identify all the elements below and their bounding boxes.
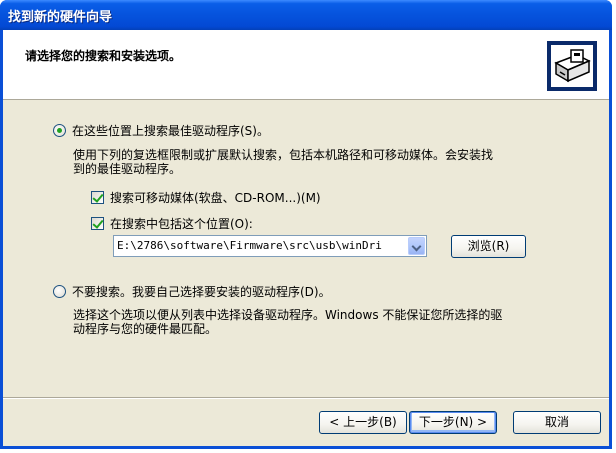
cancel-button[interactable]: 取消 — [513, 411, 601, 434]
nosearch-description-line1: 选择这个选项以便从列表中选择设备驱动程序。Windows 不能保证您所选择的驱 — [73, 308, 503, 322]
dialog-client-area: 请选择您的搜索和安装选项。 在这些位置上搜索最佳驱动程序(S)。 使用下列的复选… — [3, 30, 609, 446]
radio-search-best-driver[interactable]: 在这些位置上搜索最佳驱动程序(S)。 — [53, 122, 269, 139]
footer-divider — [3, 397, 609, 399]
search-description: 使用下列的复选框限制或扩展默认搜索，包括本机路径和可移动媒体。会安装找 到的最佳… — [73, 148, 493, 176]
radio-nosearch-label: 不要搜索。我要自己选择要安装的驱动程序(D)。 — [72, 285, 331, 299]
checkbox-include-location[interactable]: 在搜索中包括这个位置(O): — [91, 215, 253, 232]
radio-search-label: 在这些位置上搜索最佳驱动程序(S)。 — [72, 124, 269, 138]
path-combobox[interactable]: E:\2786\software\Firmware\src\usb\winDri — [113, 235, 427, 257]
checkbox-removable-media[interactable]: 搜索可移动媒体(软盘、CD-ROM...)(M) — [91, 189, 321, 206]
header-panel: 请选择您的搜索和安装选项。 — [3, 30, 609, 100]
hardware-install-icon — [547, 41, 597, 91]
checkbox-location-box[interactable] — [91, 217, 104, 230]
chevron-down-icon[interactable] — [408, 237, 425, 255]
header-title: 请选择您的搜索和安装选项。 — [25, 49, 182, 63]
checkbox-removable-label: 搜索可移动媒体(软盘、CD-ROM...)(M) — [110, 191, 321, 205]
title-bar[interactable]: 找到新的硬件向导 — [0, 0, 612, 30]
nosearch-description-line2: 动程序与您的硬件最匹配。 — [73, 322, 218, 336]
wizard-window: 找到新的硬件向导 请选择您的搜索和安装选项。 在这些位置上搜索最佳驱动程序(S)… — [0, 0, 612, 449]
search-description-line1: 使用下列的复选框限制或扩展默认搜索，包括本机路径和可移动媒体。会安装找 — [73, 148, 494, 162]
nosearch-description: 选择这个选项以便从列表中选择设备驱动程序。Windows 不能保证您所选择的驱 … — [73, 308, 502, 336]
next-button[interactable]: 下一步(N) > — [409, 411, 497, 434]
radio-no-search[interactable]: 不要搜索。我要自己选择要安装的驱动程序(D)。 — [53, 283, 331, 300]
checkbox-location-label: 在搜索中包括这个位置(O): — [110, 217, 253, 231]
radio-button-nosearch[interactable] — [53, 285, 66, 298]
back-button[interactable]: < 上一步(B) — [319, 411, 407, 434]
path-value[interactable]: E:\2786\software\Firmware\src\usb\winDri — [117, 239, 405, 252]
window-title: 找到新的硬件向导 — [8, 10, 113, 25]
checkbox-removable-box[interactable] — [91, 191, 104, 204]
search-description-line2: 到的最佳驱动程序。 — [73, 162, 182, 176]
radio-button-search[interactable] — [53, 124, 66, 137]
browse-button[interactable]: 浏览(R) — [451, 235, 526, 258]
